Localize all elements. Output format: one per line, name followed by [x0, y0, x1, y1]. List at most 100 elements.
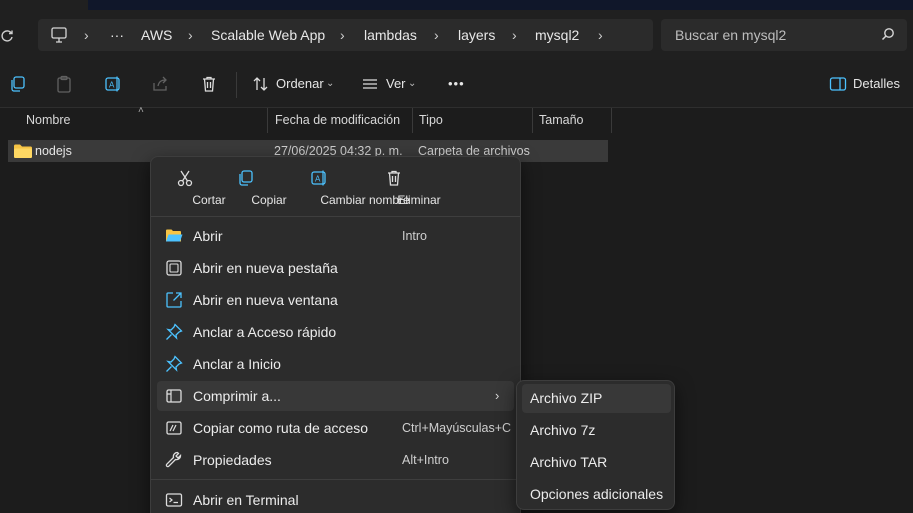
scissors-icon — [176, 169, 194, 187]
compress-icon — [165, 387, 183, 405]
search-input[interactable]: Buscar en mysql2 — [675, 19, 786, 51]
menu-item-label: Anclar a Inicio — [193, 356, 281, 372]
file-name[interactable]: nodejs — [35, 140, 72, 162]
menu-item-label: Anclar a Acceso rápido — [193, 324, 337, 340]
computer-icon[interactable] — [50, 26, 68, 44]
submenu-item-7z[interactable]: Archivo 7z — [522, 416, 671, 445]
more-options-button[interactable]: ••• — [448, 60, 465, 108]
share-icon[interactable] — [151, 75, 171, 95]
paste-icon[interactable] — [55, 75, 75, 95]
menu-item-label: Propiedades — [193, 452, 272, 468]
new-tab-icon — [165, 259, 183, 277]
menu-divider — [151, 479, 520, 480]
chevron-right-icon: › — [512, 27, 517, 43]
menu-item-open[interactable]: Abrir Intro — [157, 221, 514, 251]
column-header-name[interactable]: Nombre — [26, 108, 70, 133]
column-divider[interactable] — [611, 108, 612, 133]
submenu-item-label: Archivo ZIP — [530, 390, 603, 406]
tab-strip — [88, 0, 913, 10]
sort-button[interactable]: Ordenar — [276, 60, 324, 108]
view-icon[interactable] — [361, 75, 381, 95]
chevron-right-icon: › — [495, 388, 500, 403]
details-pane-icon[interactable] — [829, 75, 849, 95]
menu-item-open-new-tab[interactable]: Abrir en nueva pestaña — [157, 253, 514, 283]
menu-item-shortcut: Intro — [402, 229, 428, 243]
terminal-icon — [165, 491, 183, 509]
delete-label: Eliminar — [397, 193, 441, 207]
menu-item-label: Abrir en nueva ventana — [193, 292, 338, 308]
pin-icon — [165, 355, 183, 373]
copy-icon[interactable] — [8, 75, 28, 95]
chevron-down-icon[interactable]: ⌄ — [326, 60, 334, 108]
column-header-type[interactable]: Tipo — [419, 108, 443, 133]
column-divider[interactable] — [267, 108, 268, 133]
breadcrumb-item-aws[interactable]: AWS — [141, 19, 172, 51]
details-button[interactable]: Detalles — [853, 60, 900, 108]
chevron-right-icon: › — [188, 27, 193, 43]
search-box[interactable]: Buscar en mysql2 — [661, 19, 907, 51]
view-button[interactable]: Ver — [386, 60, 406, 108]
breadcrumb-item-lambdas[interactable]: lambdas — [364, 19, 417, 51]
trash-icon[interactable] — [200, 75, 220, 95]
toolbar-divider — [236, 72, 237, 98]
breadcrumb-item-mysql2[interactable]: mysql2 — [535, 19, 579, 51]
menu-item-shortcut: Ctrl+Mayúsculas+C — [402, 421, 512, 435]
menu-item-pin-quick-access[interactable]: Anclar a Acceso rápido — [157, 317, 514, 347]
copy-icon — [236, 169, 254, 187]
breadcrumb-item-scalable-web-app[interactable]: Scalable Web App — [211, 19, 325, 51]
menu-item-pin-start[interactable]: Anclar a Inicio — [157, 349, 514, 379]
column-header-size[interactable]: Tamaño — [539, 108, 583, 133]
search-icon[interactable] — [881, 27, 897, 43]
sort-icon[interactable] — [252, 75, 272, 95]
svg-text:A: A — [109, 81, 115, 90]
chevron-right-icon: › — [340, 27, 345, 43]
submenu-item-tar[interactable]: Archivo TAR — [522, 448, 671, 477]
svg-text:A: A — [315, 175, 321, 184]
column-headers: ˄ Nombre Fecha de modificación Tipo Tama… — [0, 105, 913, 133]
rename-button[interactable]: A Cambiar nombre — [273, 157, 410, 215]
menu-item-properties[interactable]: Propiedades Alt+Intro — [157, 445, 514, 475]
submenu-item-zip[interactable]: Archivo ZIP — [522, 384, 671, 413]
trash-icon — [385, 169, 403, 187]
delete-button[interactable]: Eliminar — [369, 157, 441, 215]
submenu-item-label: Archivo TAR — [530, 454, 608, 470]
menu-item-label: Abrir — [193, 228, 223, 244]
breadcrumb-overflow[interactable]: ··· — [110, 19, 124, 51]
address-row: › ··· AWS › Scalable Web App › lambdas ›… — [0, 12, 913, 60]
column-divider[interactable] — [412, 108, 413, 133]
wrench-icon — [165, 451, 183, 469]
menu-item-label: Abrir en Terminal — [193, 492, 299, 508]
copy-button[interactable]: Copiar — [221, 157, 287, 215]
submenu-item-label: Archivo 7z — [530, 422, 596, 438]
chevron-right-icon[interactable]: › — [598, 19, 603, 51]
refresh-icon[interactable] — [0, 26, 16, 46]
context-menu: Cortar Copiar A Cambiar nombre Eliminar … — [150, 156, 521, 513]
submenu-item-label: Opciones adicionales — [530, 486, 664, 502]
menu-divider — [151, 216, 520, 217]
sort-caret-icon: ˄ — [138, 105, 144, 116]
column-divider[interactable] — [532, 108, 533, 133]
path-icon — [165, 419, 183, 437]
breadcrumb-item-layers[interactable]: layers — [458, 19, 495, 51]
menu-item-label: Abrir en nueva pestaña — [193, 260, 338, 276]
menu-item-shortcut: Alt+Intro — [402, 453, 449, 467]
chevron-right-icon: › — [84, 27, 89, 43]
rename-icon: A — [310, 169, 328, 187]
breadcrumb[interactable]: › ··· AWS › Scalable Web App › lambdas ›… — [38, 19, 653, 51]
menu-item-compress[interactable]: Comprimir a... › — [157, 381, 514, 411]
menu-item-open-terminal[interactable]: Abrir en Terminal — [157, 485, 514, 513]
cut-button[interactable]: Cortar — [161, 157, 226, 215]
chevron-right-icon: › — [434, 27, 439, 43]
menu-item-copy-path[interactable]: Copiar como ruta de acceso Ctrl+Mayúscul… — [157, 413, 514, 443]
chevron-down-icon[interactable]: ⌄ — [408, 60, 416, 108]
column-header-modified[interactable]: Fecha de modificación — [275, 108, 400, 133]
pin-icon — [165, 323, 183, 341]
menu-item-open-new-window[interactable]: Abrir en nueva ventana — [157, 285, 514, 315]
menu-item-label: Comprimir a... — [193, 388, 281, 404]
compress-submenu: Archivo ZIP Archivo 7z Archivo TAR Opcio… — [516, 380, 675, 510]
rename-icon[interactable]: A — [104, 75, 124, 95]
menu-item-label: Copiar como ruta de acceso — [193, 420, 369, 436]
submenu-item-more-options[interactable]: Opciones adicionales — [522, 480, 671, 509]
folder-open-icon — [165, 227, 183, 245]
command-bar: A Ordenar ⌄ Ver ⌄ ••• Detalles — [0, 60, 913, 108]
